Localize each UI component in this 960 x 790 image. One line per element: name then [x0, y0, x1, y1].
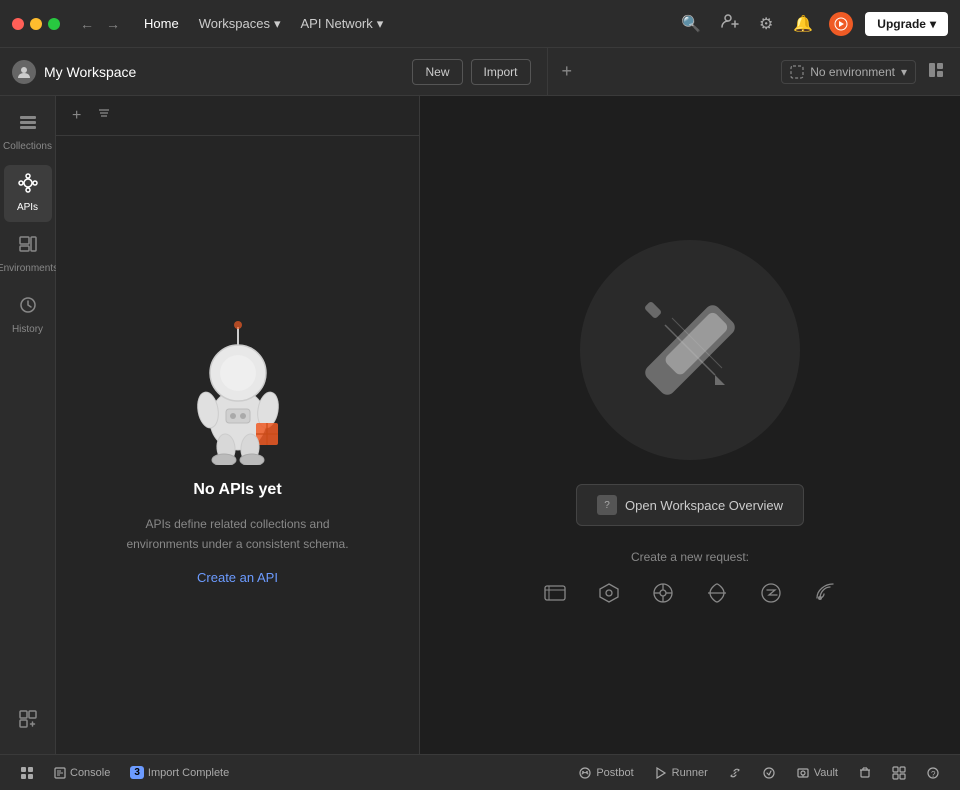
titlebar: ← → Home Workspaces ▾ API Network ▾ 🔍 ⚙ … — [0, 0, 960, 48]
titlebar-right: 🔍 ⚙ 🔔 Upgrade ▾ — [677, 8, 948, 39]
settings-icon[interactable]: ⚙ — [755, 10, 777, 38]
nav-arrows: ← → — [76, 14, 124, 34]
bottom-grid-icon[interactable] — [12, 762, 42, 784]
socketio-request-icon[interactable] — [754, 576, 788, 610]
apis-panel: + — [56, 96, 420, 754]
postman-logo — [829, 12, 853, 36]
api-network-nav-item[interactable]: API Network ▾ — [293, 12, 392, 36]
workspaces-label: Workspaces — [199, 16, 270, 31]
upgrade-button[interactable]: Upgrade ▾ — [865, 12, 948, 36]
http-request-icon[interactable] — [538, 576, 572, 610]
workspaces-chevron-icon: ▾ — [274, 16, 281, 32]
vault-item[interactable]: Vault — [788, 762, 846, 784]
sidebar-item-marketplace[interactable] — [4, 701, 52, 742]
new-button[interactable]: New — [412, 59, 462, 85]
api-network-label: API Network — [301, 16, 373, 31]
console-item[interactable]: Console — [46, 763, 118, 783]
workspace-illustration — [580, 240, 800, 460]
create-api-link[interactable]: Create an API — [197, 570, 278, 585]
workspace-overview-icon: ? — [597, 495, 617, 515]
environment-selector[interactable]: No environment ▾ — [781, 60, 916, 84]
marketplace-icon — [18, 709, 38, 734]
request-icons — [538, 576, 842, 610]
panel-add-button[interactable]: + — [68, 105, 85, 127]
main-layout: Collections APIs — [0, 96, 960, 754]
close-traffic-light[interactable] — [12, 18, 24, 30]
mqtt-request-icon[interactable] — [808, 576, 842, 610]
panel-header: + — [56, 96, 419, 136]
history-label: History — [12, 324, 43, 336]
sidebar: Collections APIs — [0, 96, 56, 754]
import-badge: 3 — [130, 766, 144, 779]
environments-icon — [18, 234, 38, 259]
minimize-traffic-light[interactable] — [30, 18, 42, 30]
save-icon[interactable] — [754, 762, 784, 784]
workspace-name: My Workspace — [44, 64, 136, 80]
environments-label: Environments — [0, 263, 58, 275]
new-request-section: Create a new request: — [538, 550, 842, 610]
api-network-chevron-icon: ▾ — [377, 16, 384, 32]
forward-button[interactable]: → — [102, 14, 124, 34]
sidebar-item-apis[interactable]: APIs — [4, 165, 52, 222]
titlebar-nav: Home Workspaces ▾ API Network ▾ — [136, 12, 677, 36]
grpc-request-icon[interactable] — [646, 576, 680, 610]
import-button[interactable]: Import — [471, 59, 531, 85]
open-workspace-overview-button[interactable]: ? Open Workspace Overview — [576, 484, 804, 526]
no-apis-title: No APIs yet — [193, 481, 281, 499]
sidebar-item-environments[interactable]: Environments — [4, 226, 52, 283]
traffic-lights — [12, 18, 60, 30]
sidebar-item-collections[interactable]: Collections — [4, 104, 52, 161]
sidebar-bottom — [4, 697, 52, 746]
panel-filter-button[interactable] — [93, 104, 115, 127]
upgrade-chevron-icon: ▾ — [930, 17, 936, 31]
environment-chevron-icon: ▾ — [901, 65, 907, 79]
home-nav-item[interactable]: Home — [136, 12, 187, 35]
back-button[interactable]: ← — [76, 14, 98, 34]
link-icon[interactable] — [720, 762, 750, 784]
runner-label: Runner — [672, 767, 708, 779]
collections-label: Collections — [3, 141, 52, 153]
websocket-request-icon[interactable] — [700, 576, 734, 610]
workspace-actions: New Import — [412, 59, 530, 85]
postbot-label: Postbot — [596, 767, 633, 779]
history-icon — [18, 295, 38, 320]
svg-text:?: ? — [931, 770, 936, 779]
workspace-info: My Workspace — [12, 60, 404, 84]
bottom-bar: Console 3 Import Complete Postbot Runner — [0, 754, 960, 790]
workspace-bar: My Workspace New Import + No environment… — [0, 48, 960, 96]
no-apis-description: APIs define related collections and envi… — [126, 515, 348, 553]
apis-label: APIs — [17, 202, 38, 214]
tab-bar: + No environment ▾ — [547, 48, 948, 95]
panel-content: No APIs yet APIs define related collecti… — [56, 136, 419, 754]
runner-item[interactable]: Runner — [646, 762, 716, 784]
console-label: Console — [70, 767, 110, 779]
postbot-item[interactable]: Postbot — [570, 762, 641, 784]
astronaut-illustration: No APIs yet APIs define related collecti… — [126, 305, 348, 584]
main-content: ? Open Workspace Overview Create a new r… — [420, 96, 960, 754]
upgrade-label: Upgrade — [877, 17, 926, 31]
sidebar-item-history[interactable]: History — [4, 287, 52, 344]
maximize-traffic-light[interactable] — [48, 18, 60, 30]
collections-icon — [18, 112, 38, 137]
vault-label: Vault — [814, 767, 838, 779]
invite-icon[interactable] — [717, 8, 743, 39]
add-tab-button[interactable]: + — [556, 59, 579, 84]
panel-toggle-button[interactable] — [924, 58, 948, 85]
open-workspace-label: Open Workspace Overview — [625, 498, 783, 513]
apis-icon — [18, 173, 38, 198]
notifications-icon[interactable]: 🔔 — [789, 10, 817, 38]
astronaut-svg — [168, 305, 308, 465]
grid-bottom-icon[interactable] — [884, 762, 914, 784]
new-request-label: Create a new request: — [631, 550, 749, 564]
import-complete-item[interactable]: 3 Import Complete — [122, 762, 237, 783]
search-icon[interactable]: 🔍 — [677, 10, 705, 38]
graphql-request-icon[interactable] — [592, 576, 626, 610]
trash-icon[interactable] — [850, 762, 880, 784]
workspaces-nav-item[interactable]: Workspaces ▾ — [191, 12, 289, 36]
import-complete-label: Import Complete — [148, 767, 229, 779]
help-icon[interactable]: ? — [918, 762, 948, 784]
environment-label: No environment — [810, 65, 895, 79]
workspace-avatar — [12, 60, 36, 84]
